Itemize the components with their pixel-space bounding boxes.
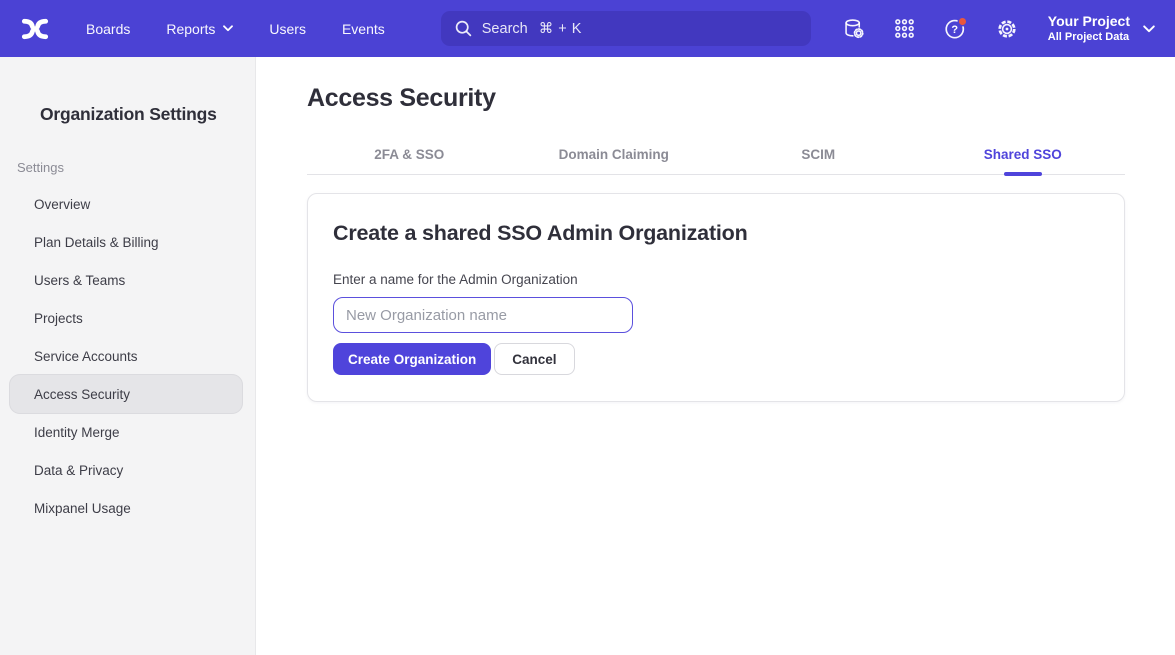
settings-gear-icon[interactable] [994,16,1020,42]
sidebar-item-label: Projects [34,311,83,326]
sidebar-section-label: Settings [17,160,255,176]
tab-shared-sso[interactable]: Shared SSO [921,137,1126,174]
data-management-icon[interactable] [841,16,867,42]
project-name: Your Project [1048,13,1130,29]
card-actions: Create Organization Cancel [333,343,1096,375]
chevron-down-icon [223,25,233,32]
sidebar-item-overview[interactable]: Overview [9,185,243,223]
primary-nav: Boards Reports Users Events [86,21,385,37]
global-search-input[interactable]: Search ⌘ + K [441,11,811,46]
sidebar-nav: Overview Plan Details & Billing Users & … [0,185,255,527]
tab-label: SCIM [801,147,835,162]
nav-item-label: Reports [166,21,215,37]
sidebar-item-service-accounts[interactable]: Service Accounts [9,337,243,375]
navbar-actions: ? Your Project All Project Data [841,13,1155,44]
project-data-view: All Project Data [1048,31,1130,44]
project-switcher[interactable]: Your Project All Project Data [1048,13,1155,44]
chevron-down-icon [1143,25,1155,33]
nav-item-label: Users [269,21,306,37]
help-icon[interactable]: ? [943,16,969,42]
nav-item-users[interactable]: Users [269,21,306,37]
sidebar-item-users-teams[interactable]: Users & Teams [9,261,243,299]
tab-label: Shared SSO [984,147,1062,162]
top-navbar: Boards Reports Users Events Search ⌘ + K [0,0,1175,57]
sidebar-item-label: Access Security [34,387,130,402]
search-placeholder: Search [482,21,528,37]
question-mark-glyph: ? [952,24,959,36]
create-admin-org-card: Create a shared SSO Admin Organization E… [307,193,1125,402]
nav-item-label: Events [342,21,385,37]
access-security-tabs: 2FA & SSO Domain Claiming SCIM Shared SS… [307,137,1125,175]
create-organization-button[interactable]: Create Organization [333,343,491,375]
project-switcher-text: Your Project All Project Data [1048,13,1130,44]
sidebar-item-mixpanel-usage[interactable]: Mixpanel Usage [9,489,243,527]
cancel-button[interactable]: Cancel [494,343,574,375]
org-name-input[interactable] [333,297,633,333]
apps-grid-icon[interactable] [892,16,918,42]
org-name-field-label: Enter a name for the Admin Organization [333,272,1096,288]
sidebar-item-label: Mixpanel Usage [34,501,131,516]
nav-item-boards[interactable]: Boards [86,21,130,37]
sidebar-item-identity-merge[interactable]: Identity Merge [9,413,243,451]
sidebar-item-label: Plan Details & Billing [34,235,159,250]
nav-item-label: Boards [86,21,130,37]
sidebar-item-plan-details-billing[interactable]: Plan Details & Billing [9,223,243,261]
nav-item-reports[interactable]: Reports [166,21,233,37]
tab-2fa-sso[interactable]: 2FA & SSO [307,137,512,174]
tab-domain-claiming[interactable]: Domain Claiming [512,137,717,174]
notification-badge [959,17,968,26]
sidebar-item-label: Identity Merge [34,425,120,440]
page-title: Access Security [307,83,1125,113]
search-keyboard-shortcut: ⌘ + K [539,21,582,37]
settings-sidebar: Organization Settings Settings Overview … [0,57,256,655]
sidebar-item-label: Service Accounts [34,349,138,364]
sidebar-item-label: Data & Privacy [34,463,123,478]
mixpanel-logo[interactable] [20,14,50,44]
sidebar-item-projects[interactable]: Projects [9,299,243,337]
tab-label: 2FA & SSO [374,147,444,162]
sidebar-item-label: Users & Teams [34,273,125,288]
search-icon [454,19,473,38]
nav-item-events[interactable]: Events [342,21,385,37]
main-content: Access Security 2FA & SSO Domain Claimin… [256,57,1175,655]
sidebar-title: Organization Settings [40,103,255,125]
card-title: Create a shared SSO Admin Organization [333,220,1096,246]
tab-label: Domain Claiming [559,147,669,162]
sidebar-item-label: Overview [34,197,90,212]
sidebar-item-data-privacy[interactable]: Data & Privacy [9,451,243,489]
sidebar-item-access-security[interactable]: Access Security [9,374,243,414]
tab-scim[interactable]: SCIM [716,137,921,174]
